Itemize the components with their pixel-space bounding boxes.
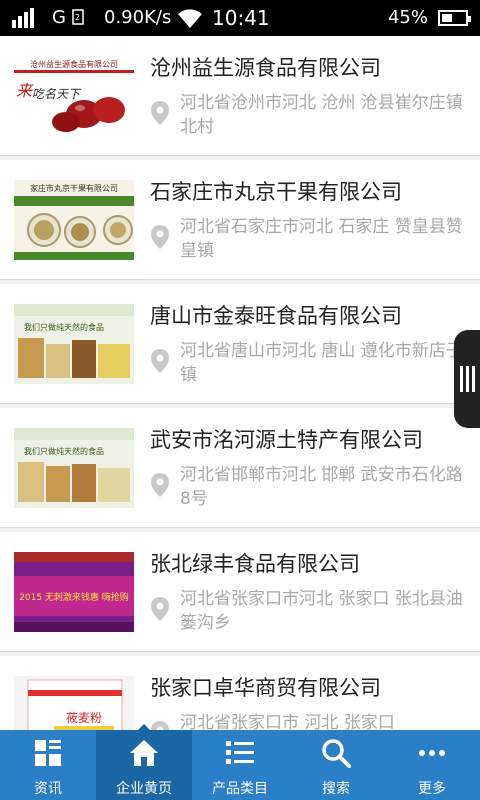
handle-grip-icon [460, 366, 463, 392]
tab-label: 搜索 [322, 781, 350, 797]
company-address: 河北省邯郸市河北 邯郸 武安市石化路8号 [180, 465, 463, 509]
company-name: 石家庄市丸京干果有限公司 [150, 180, 402, 204]
net-speed: 0.90K/s [104, 7, 172, 28]
side-drawer-handle[interactable] [454, 330, 480, 428]
tab-product-categories[interactable]: 产品类目 [192, 730, 288, 800]
company-thumbnail: 莜麦粉 [14, 676, 134, 730]
list-item[interactable]: 沧州益生源食品有限公司 来 吃名天下 沧州益生源食品有限公司 河北省沧州市河北 … [0, 36, 480, 156]
company-name: 沧州益生源食品有限公司 [150, 56, 381, 80]
sim-icon: 2 [72, 8, 84, 25]
svg-text:吃名天下: 吃名天下 [32, 87, 82, 101]
thumb-caption: 沧州益生源食品有限公司 [30, 59, 118, 69]
location-pin-icon [151, 473, 169, 497]
location-pin-icon [151, 101, 169, 125]
list-item[interactable]: 莜麦粉 张家口卓华商贸有限公司 河北省张家口市 河北 张家口 [0, 656, 480, 730]
company-thumbnail: 家庄市丸京干果有限公司 [14, 180, 134, 260]
battery-icon [438, 10, 471, 26]
thumb-caption: 2015 无刺激来钱惠 嗨抢购 [19, 591, 129, 603]
tab-label: 资讯 [34, 781, 62, 797]
company-address: 河北省张家口市 河北 张家口 [180, 713, 395, 730]
network-type: G [52, 7, 66, 28]
bottom-tab-bar: 资讯 企业黄页 产品类目 搜索 更多 [0, 724, 480, 800]
location-pin-icon [151, 225, 169, 249]
svg-text:2: 2 [75, 13, 80, 22]
location-pin-icon [151, 721, 169, 730]
tab-company-directory[interactable]: 企业黄页 [96, 724, 192, 800]
tab-more[interactable]: 更多 [384, 730, 480, 800]
home-icon [130, 740, 158, 766]
clock: 10:41 [212, 6, 270, 30]
tab-search[interactable]: 搜索 [288, 730, 384, 800]
list-item[interactable]: 家庄市丸京干果有限公司 石家庄市丸京干果有限公司 河北省石家庄市河北 石家庄 赞… [0, 160, 480, 280]
company-list[interactable]: 沧州益生源食品有限公司 来 吃名天下 沧州益生源食品有限公司 河北省沧州市河北 … [0, 36, 480, 730]
company-thumbnail: 2015 无刺激来钱惠 嗨抢购 [14, 552, 134, 632]
company-name: 张北绿丰食品有限公司 [150, 552, 360, 576]
location-pin-icon [151, 597, 169, 621]
company-thumbnail: 我们只做纯天然的食品 [14, 428, 134, 508]
list-item[interactable]: 2015 无刺激来钱惠 嗨抢购 张北绿丰食品有限公司 河北省张家口市河北 张家口… [0, 532, 480, 652]
wifi-icon [178, 9, 202, 28]
list-item[interactable]: 我们只做纯天然的食品 唐山市金泰旺食品有限公司 河北省唐山市河北 唐山 遵化市新… [0, 284, 480, 404]
thumb-caption: 我们只做纯天然的食品 [24, 322, 104, 332]
signal-icon [12, 7, 34, 28]
search-icon [322, 739, 351, 768]
status-bar: G 2 0.90K/s 10:41 45% [0, 0, 480, 36]
thumb-caption: 我们只做纯天然的食品 [24, 446, 104, 456]
tab-label: 更多 [418, 781, 446, 797]
company-address: 河北省张家口市河北 张家口 张北县油篓沟乡 [180, 589, 463, 633]
company-name: 武安市洺河源土特产有限公司 [150, 428, 423, 452]
company-address: 河北省石家庄市河北 石家庄 赞皇县赞皇镇 [180, 217, 463, 261]
company-address: 河北省沧州市河北 沧州 沧县崔尔庄镇北村 [180, 93, 463, 137]
company-name: 张家口卓华商贸有限公司 [150, 676, 381, 700]
location-pin-icon [151, 349, 169, 373]
more-icon [419, 750, 445, 756]
list-item[interactable]: 我们只做纯天然的食品 武安市洺河源土特产有限公司 河北省邯郸市河北 邯郸 武安市… [0, 408, 480, 528]
list-icon [226, 741, 254, 764]
thumb-caption: 家庄市丸京干果有限公司 [30, 183, 118, 193]
company-address: 河北省唐山市河北 唐山 遵化市新店子镇 [180, 341, 463, 385]
tab-label: 企业黄页 [116, 781, 172, 797]
company-name: 唐山市金泰旺食品有限公司 [150, 304, 402, 328]
tab-label: 产品类目 [212, 781, 268, 797]
tab-news[interactable]: 资讯 [0, 730, 96, 800]
grid-icon [35, 740, 61, 766]
battery-percent: 45% [387, 7, 428, 28]
company-thumbnail: 我们只做纯天然的食品 [14, 304, 134, 384]
company-thumbnail: 沧州益生源食品有限公司 来 吃名天下 [14, 56, 134, 136]
thumb-caption: 莜麦粉 [66, 711, 102, 725]
